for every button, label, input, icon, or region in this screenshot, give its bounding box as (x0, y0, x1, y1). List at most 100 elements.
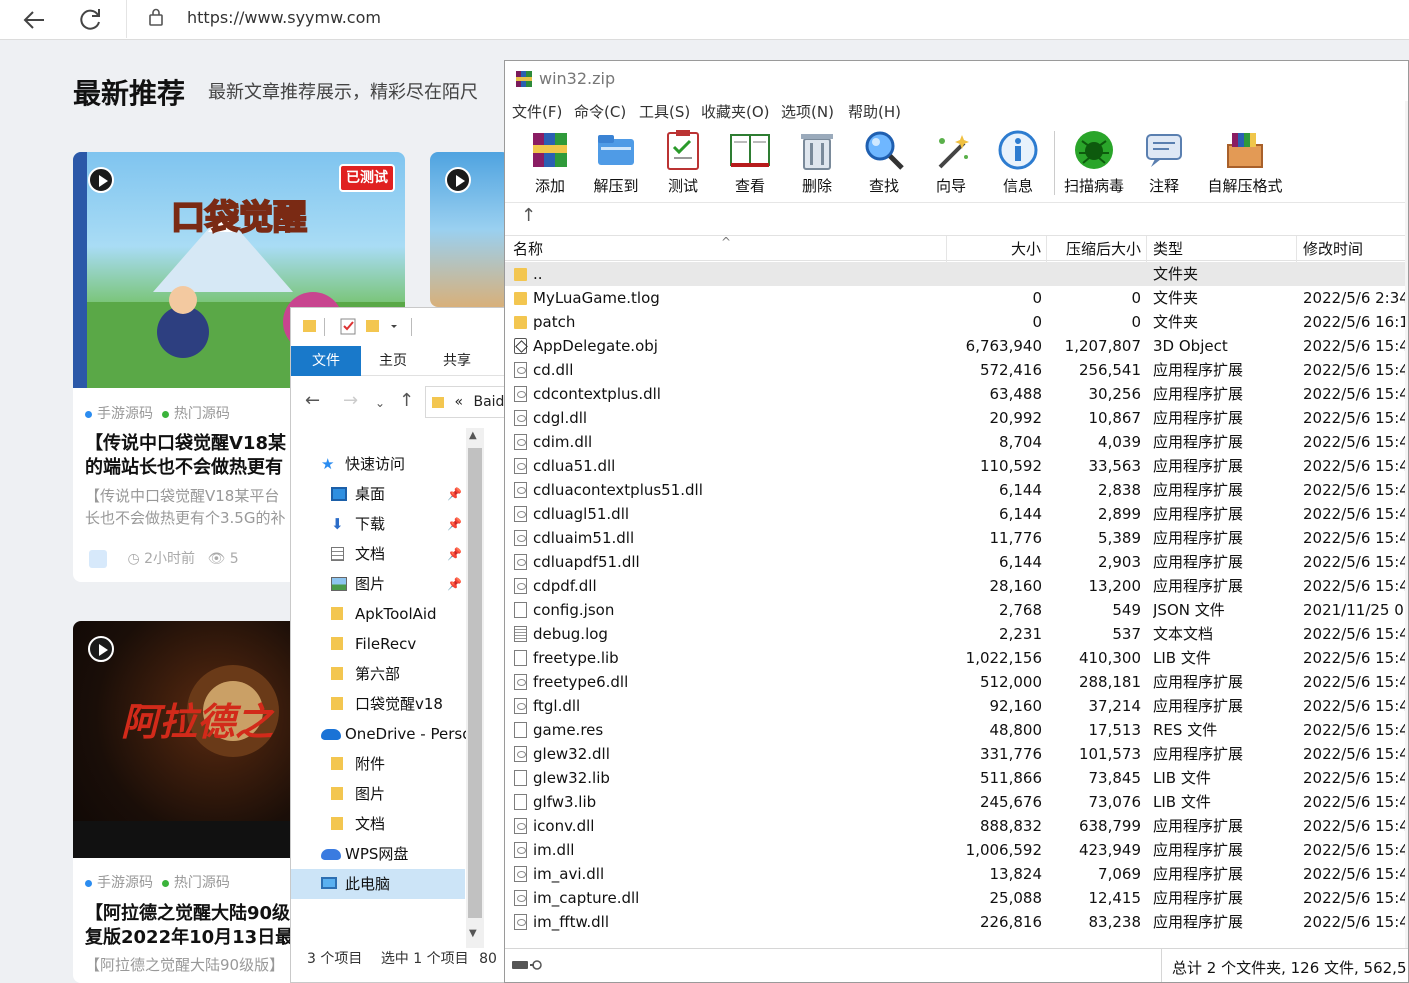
tab-file[interactable]: 文件 (291, 346, 361, 376)
back-button[interactable] (18, 4, 50, 36)
menu-options[interactable]: 选项(N) (781, 101, 834, 122)
play-icon[interactable] (88, 636, 114, 662)
article-title-line1[interactable]: 【传说中口袋觉醒V18某 (85, 432, 286, 456)
column-packed-size[interactable]: 压缩后大小 (1047, 236, 1147, 262)
toolbar-button-wizard-wand[interactable]: 向导 (916, 127, 986, 197)
file-row[interactable]: .. 文件夹 (505, 262, 1405, 286)
article-title-line2[interactable]: 的端站长也不会做热更有 (85, 456, 283, 480)
url-text[interactable]: https://www.syymw.com (187, 8, 381, 27)
tag-hot-source[interactable]: 热门源码 (174, 406, 230, 422)
tag-hot-source[interactable]: 热门源码 (174, 875, 230, 891)
article-thumbnail[interactable] (430, 152, 510, 307)
file-row[interactable]: AppDelegate.obj 6,763,940 1,207,807 3D Obje… (505, 334, 1408, 358)
tree-item[interactable]: 图片 (291, 779, 465, 809)
tree-item[interactable]: 文档 📌 (291, 539, 465, 569)
back-arrow-icon[interactable]: ← (305, 390, 320, 411)
column-modified[interactable]: 修改时间 (1297, 236, 1408, 262)
menu-tools[interactable]: 工具(S) (639, 101, 690, 122)
tree-scrollbar[interactable]: ▲ ▼ (466, 428, 484, 948)
tag-mobile-source[interactable]: 手游源码 (97, 875, 153, 891)
toolbar-button-add-archive[interactable]: 添加 (515, 127, 585, 197)
pin-icon[interactable]: 📌 (447, 479, 462, 509)
scrollbar-thumb[interactable] (468, 448, 482, 918)
tree-item[interactable]: 图片 📌 (291, 569, 465, 599)
article-title-line1[interactable]: 【阿拉德之觉醒大陆90级 (85, 902, 290, 926)
file-row[interactable]: im_fftw.dll 226,816 83,238 应用程序扩展 2022/5/6 1… (505, 910, 1408, 934)
tree-item[interactable]: OneDrive - Perso (291, 719, 471, 749)
up-arrow-icon[interactable]: ↑ (521, 205, 536, 226)
file-row[interactable]: cdim.dll 8,704 4,039 应用程序扩展 2022/5/6 15:4 (505, 430, 1408, 454)
tree-item[interactable]: ApkToolAid (291, 599, 465, 629)
pin-icon[interactable]: 📌 (447, 539, 462, 569)
column-type[interactable]: 类型 (1147, 236, 1297, 262)
path-overflow-chevron[interactable]: « (454, 394, 463, 410)
play-icon[interactable] (88, 167, 114, 193)
file-row[interactable]: cdcontextplus.dll 63,488 30,256 应用程序扩展 2022/… (505, 382, 1408, 406)
scroll-down-icon[interactable]: ▼ (469, 928, 477, 939)
toolbar-button-sfx-box[interactable]: 自解压格式 (1205, 127, 1285, 197)
menu-help[interactable]: 帮助(H) (848, 101, 901, 122)
play-icon[interactable] (445, 167, 471, 193)
file-row[interactable]: iconv.dll 888,832 638,799 应用程序扩展 2022/5/6 15… (505, 814, 1408, 838)
article-thumbnail[interactable]: 阿拉德之 (73, 621, 313, 858)
file-row[interactable]: ftgl.dll 92,160 37,214 应用程序扩展 2022/5/6 15:4 (505, 694, 1408, 718)
path-segment[interactable]: Baid (473, 394, 504, 410)
toolbar-button-extract-folder[interactable]: 解压到 (581, 127, 651, 197)
tag-mobile-source[interactable]: 手游源码 (97, 406, 153, 422)
pin-icon[interactable]: 📌 (447, 509, 462, 539)
tree-item[interactable]: FileRecv (291, 629, 465, 659)
article-card[interactable] (430, 152, 510, 307)
file-row[interactable]: cdgl.dll 20,992 10,867 应用程序扩展 2022/5/6 15:4 (505, 406, 1408, 430)
file-row[interactable]: cdluaim51.dll 11,776 5,389 应用程序扩展 2022/5/6 1… (505, 526, 1408, 550)
forward-arrow-icon[interactable]: → (343, 390, 358, 411)
file-row[interactable]: cdluapdf51.dll 6,144 2,903 应用程序扩展 2022/5/6 1… (505, 550, 1408, 574)
file-row[interactable]: game.res 48,800 17,513 RES 文件 2022/5/6 15:4 (505, 718, 1408, 742)
tree-item[interactable]: 第六部 (291, 659, 465, 689)
file-row[interactable]: cdpdf.dll 28,160 13,200 应用程序扩展 2022/5/6 15:4 (505, 574, 1408, 598)
file-row[interactable]: im.dll 1,006,592 423,949 应用程序扩展 2022/5/6 15:… (505, 838, 1408, 862)
toolbar-button-info[interactable]: 信息 (983, 127, 1053, 197)
tree-item[interactable]: ⬇ 下载 📌 (291, 509, 465, 539)
file-list-scrollbar[interactable] (1405, 101, 1408, 981)
menu-favorites[interactable]: 收藏夹(O) (701, 101, 770, 122)
toolbar-button-virus-scan[interactable]: 扫描病毒 (1059, 127, 1129, 197)
toolbar-button-test-clipboard[interactable]: 测试 (648, 127, 718, 197)
file-row[interactable]: freetype.lib 1,022,156 410,300 LIB 文件 2022/5… (505, 646, 1408, 670)
file-row[interactable]: patch 0 0 文件夹 2022/5/6 16:1 (505, 310, 1408, 334)
pin-icon[interactable]: 📌 (447, 569, 462, 599)
tree-item[interactable]: ★ 快速访问 (291, 449, 465, 479)
file-row[interactable]: im_avi.dll 13,824 7,069 应用程序扩展 2022/5/6 15:4 (505, 862, 1408, 886)
scroll-up-icon[interactable]: ▲ (469, 430, 477, 441)
article-card[interactable]: 阿拉德之 手游源码 热门源码 【阿拉德之觉醒大陆90级 复版2022年10月13… (73, 621, 313, 983)
tree-item[interactable]: WPS网盘 (291, 839, 465, 869)
file-row[interactable]: glew32.lib 511,866 73,845 LIB 文件 2022/5/6 15… (505, 766, 1408, 790)
menu-commands[interactable]: 命令(C) (574, 101, 626, 122)
column-size[interactable]: 大小 (947, 236, 1047, 262)
tree-item[interactable]: 口袋觉醒v18 (291, 689, 465, 719)
tree-item[interactable]: 文档 (291, 809, 465, 839)
tree-item[interactable]: 此电脑 (291, 869, 465, 899)
tab-home[interactable]: 主页 (361, 346, 425, 376)
toolbar-button-view-book[interactable]: 查看 (715, 127, 785, 197)
file-row[interactable]: cd.dll 572,416 256,541 应用程序扩展 2022/5/6 15:4 (505, 358, 1408, 382)
file-row[interactable]: debug.log 2,231 537 文本文档 2022/5/6 15:4 (505, 622, 1408, 646)
tree-item[interactable]: 桌面 📌 (291, 479, 465, 509)
file-row[interactable]: glew32.dll 331,776 101,573 应用程序扩展 2022/5/6 1… (505, 742, 1408, 766)
file-row[interactable]: cdluacontextplus51.dll 6,144 2,838 应用程序扩展 20… (505, 478, 1408, 502)
menu-file[interactable]: 文件(F) (512, 101, 562, 122)
file-row[interactable]: MyLuaGame.tlog 0 0 文件夹 2022/5/6 2:34 (505, 286, 1408, 310)
explorer-address-bar[interactable]: « Baid (425, 386, 504, 418)
reload-button[interactable] (74, 4, 106, 36)
tab-share[interactable]: 共享 (425, 346, 489, 376)
column-name[interactable]: 名称 ^ (505, 236, 947, 262)
address-bar[interactable]: https://www.syymw.com (126, 0, 1409, 38)
file-row[interactable]: config.json 2,768 549 JSON 文件 2021/11/25 0: (505, 598, 1408, 622)
chevron-down-icon[interactable]: ⌄ (375, 396, 385, 410)
file-row[interactable]: cdlua51.dll 110,592 33,563 应用程序扩展 2022/5/6 1… (505, 454, 1408, 478)
file-row[interactable]: freetype6.dll 512,000 288,181 应用程序扩展 2022/5/… (505, 670, 1408, 694)
tree-item[interactable]: 附件 (291, 749, 465, 779)
toolbar-button-trash[interactable]: 删除 (782, 127, 852, 197)
article-title-line2[interactable]: 复版2022年10月13日最 (85, 926, 293, 950)
file-row[interactable]: im_capture.dll 25,088 12,415 应用程序扩展 2022/5/6… (505, 886, 1408, 910)
toolbar-button-comment[interactable]: 注释 (1129, 127, 1199, 197)
